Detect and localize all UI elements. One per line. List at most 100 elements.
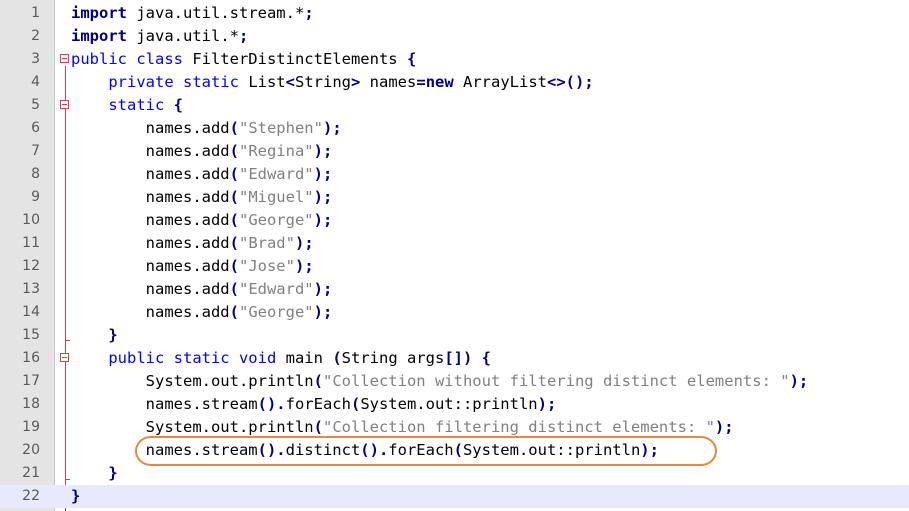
code-token: ( <box>229 257 239 275</box>
code-line-2[interactable]: 2 import java.util.*; <box>0 25 909 48</box>
code-text[interactable]: names.add("George"); <box>71 209 333 232</box>
code-token: main <box>276 349 333 367</box>
line-number: 12 <box>22 258 40 274</box>
code-token: "George" <box>238 211 314 229</box>
code-text[interactable]: } <box>71 485 80 508</box>
code-text[interactable]: System.out.println("Collection without f… <box>71 370 809 393</box>
code-text[interactable]: names.add("Edward"); <box>71 278 333 301</box>
code-token: java.util.stream.* <box>127 4 305 22</box>
code-line-13[interactable]: 13 names.add("Edward"); <box>0 278 909 301</box>
code-token: String <box>295 73 351 91</box>
code-token: "Jose" <box>238 257 295 275</box>
code-token: names.add <box>71 234 230 252</box>
code-text[interactable]: names.add("Edward"); <box>71 163 333 186</box>
code-token: ); <box>537 395 557 413</box>
code-token: System.out.println <box>71 418 314 436</box>
code-token: ArrayList <box>453 73 548 91</box>
code-token: ( <box>229 119 239 137</box>
code-line-14[interactable]: 14 names.add("George"); <box>0 301 909 324</box>
line-number: 2 <box>31 28 40 44</box>
code-text[interactable]: import java.util.*; <box>71 25 248 48</box>
code-token: ); <box>313 211 333 229</box>
code-token: ; <box>238 27 249 45</box>
code-line-18[interactable]: 18 names.stream().forEach(System.out::pr… <box>0 393 909 416</box>
code-token: { <box>406 50 417 68</box>
line-number: 4 <box>31 74 40 90</box>
code-token: ); <box>789 372 809 390</box>
code-token: names.add <box>71 211 230 229</box>
code-editor[interactable]: 1 import java.util.stream.*; 2 import java.… <box>0 0 909 511</box>
code-token: ( <box>350 395 361 413</box>
code-line-7[interactable]: 7 names.add("Regina"); <box>0 140 909 163</box>
code-token: (). <box>257 395 286 413</box>
code-token: ( <box>229 280 239 298</box>
code-text[interactable]: names.add("George"); <box>71 301 333 324</box>
code-token: ); <box>313 165 333 183</box>
code-line-15[interactable]: 15 } <box>0 324 909 347</box>
code-text[interactable]: names.add("Jose"); <box>71 255 314 278</box>
code-line-9[interactable]: 9 names.add("Miguel"); <box>0 186 909 209</box>
code-token: "Collection filtering distinct elements:… <box>322 418 715 436</box>
code-line-8[interactable]: 8 names.add("Edward"); <box>0 163 909 186</box>
code-token: } <box>108 326 118 344</box>
code-text[interactable]: names.add("Regina"); <box>71 140 333 163</box>
code-token: ( <box>229 188 239 206</box>
code-text[interactable]: names.add("Brad"); <box>71 232 314 255</box>
code-text[interactable]: private static List<String> names=new Ar… <box>71 71 593 94</box>
line-number: 16 <box>22 350 40 366</box>
highlight-annotation-ellipse <box>135 436 717 466</box>
code-token: } <box>108 464 118 482</box>
code-token: ); <box>322 119 342 137</box>
code-text[interactable]: } <box>71 324 118 347</box>
code-line-6[interactable]: 6 names.add("Stephen"); <box>0 117 909 140</box>
code-text[interactable]: static { <box>71 94 183 117</box>
line-number: 15 <box>22 327 40 343</box>
code-token: System.out::println <box>360 395 538 413</box>
code-line-16[interactable]: 16 public static void main (String args[… <box>0 347 909 370</box>
code-text[interactable]: public class FilterDistinctElements { <box>71 48 416 71</box>
code-token: ( <box>313 418 323 436</box>
code-token: { <box>173 96 184 114</box>
code-token: ( <box>229 234 239 252</box>
code-text[interactable]: } <box>71 462 118 485</box>
code-line-4[interactable]: 4 private static List<String> names=new … <box>0 71 909 94</box>
code-text[interactable]: import java.util.stream.*; <box>71 2 314 25</box>
code-token: ); <box>294 234 314 252</box>
code-text[interactable]: names.stream().forEach(System.out::print… <box>71 393 557 416</box>
code-line-5[interactable]: 5 static { <box>0 94 909 117</box>
code-line-1[interactable]: 1 import java.util.stream.*; <box>0 2 909 25</box>
code-token: import <box>71 4 127 22</box>
code-text[interactable]: names.add("Miguel"); <box>71 186 333 209</box>
code-token: import <box>71 27 127 45</box>
code-line-11[interactable]: 11 names.add("Brad"); <box>0 232 909 255</box>
code-token: ); <box>294 257 314 275</box>
code-line-17[interactable]: 17 System.out.println("Collection withou… <box>0 370 909 393</box>
code-token: { <box>481 349 491 367</box>
line-number: 6 <box>31 120 40 136</box>
code-token: "Stephen" <box>238 119 323 137</box>
code-token: List <box>238 73 286 91</box>
code-line-10[interactable]: 10 names.add("George"); <box>0 209 909 232</box>
code-text[interactable]: public static void main (String args[]) … <box>71 347 491 370</box>
code-token: ); <box>313 280 333 298</box>
code-token: System.out.println <box>71 372 314 390</box>
code-token: ); <box>313 142 333 160</box>
code-token: ( <box>229 303 239 321</box>
line-number: 21 <box>22 465 40 481</box>
line-number: 1 <box>31 5 40 21</box>
code-line-3[interactable]: 3 public class FilterDistinctElements { <box>0 48 909 71</box>
code-token: ; <box>304 4 314 22</box>
code-token: FilterDistinctElements <box>182 50 407 68</box>
code-token: } <box>71 487 81 505</box>
code-line-22[interactable]: 22} <box>0 485 909 508</box>
code-token: > <box>351 73 361 91</box>
code-text[interactable]: names.add("Stephen"); <box>71 117 342 140</box>
code-token: ); <box>714 418 734 436</box>
code-token: "Edward" <box>238 280 314 298</box>
code-token: ); <box>313 188 333 206</box>
code-line-12[interactable]: 12 names.add("Jose"); <box>0 255 909 278</box>
code-token: static <box>108 96 165 114</box>
